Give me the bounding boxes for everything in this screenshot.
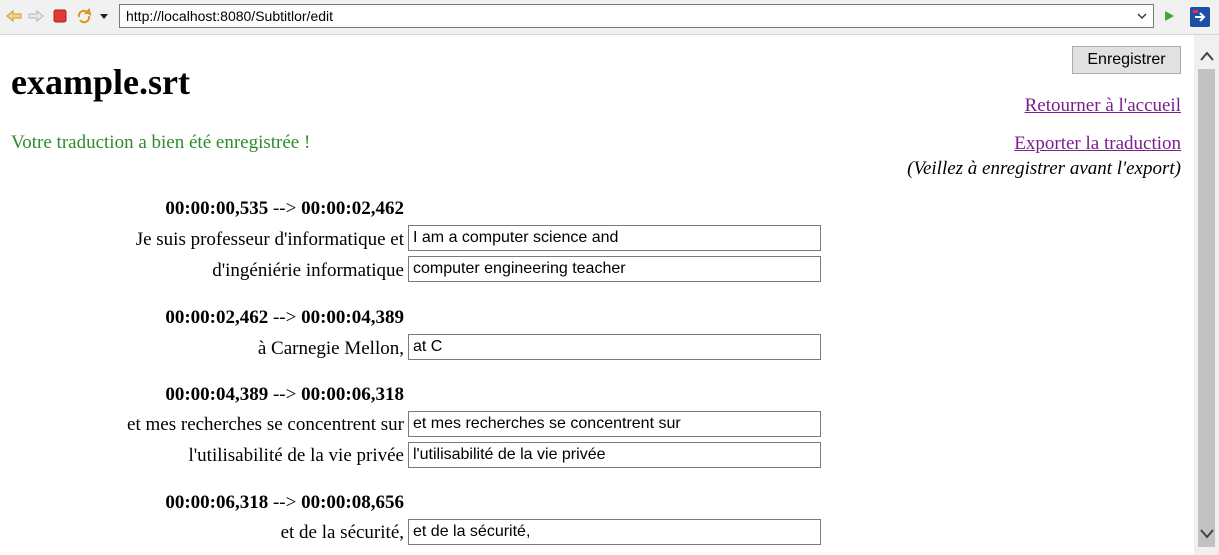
start-time: 00:00:04,389 [165, 384, 269, 405]
external-icon[interactable] [1190, 7, 1210, 27]
start-time: 00:00:02,462 [165, 307, 269, 328]
export-link[interactable]: Exporter la traduction [1014, 133, 1181, 155]
subtitle-timecode: 00:00:04,389 --> 00:00:06,318 [165, 384, 404, 406]
translation-input[interactable] [408, 519, 821, 545]
translation-input[interactable] [408, 411, 821, 437]
source-line: et mes recherches se concentrent sur [127, 414, 404, 435]
source-line: l'utilisabilité de la vie privée [188, 445, 404, 466]
back-arrow-icon[interactable] [6, 8, 22, 24]
subtitle-timecode: 00:00:06,318 --> 00:00:08,656 [165, 492, 404, 514]
source-line: Je suis professeur d'informatique et [135, 229, 404, 250]
source-line: à Carnegie Mellon, [257, 338, 404, 359]
vertical-scrollbar[interactable] [1194, 35, 1219, 555]
save-button[interactable]: Enregistrer [1072, 46, 1181, 74]
end-time: 00:00:08,656 [301, 492, 404, 513]
go-icon[interactable] [1161, 8, 1177, 24]
end-time: 00:00:06,318 [301, 384, 404, 405]
page-title: example.srt [11, 62, 190, 102]
translation-input[interactable] [408, 256, 821, 282]
end-time: 00:00:04,389 [301, 307, 404, 328]
time-arrow: --> [272, 384, 297, 405]
subtitle-timecode: 00:00:00,535 --> 00:00:02,462 [165, 198, 404, 220]
source-line: d'ingéniérie informatique [212, 260, 404, 281]
scrollbar-thumb[interactable] [1198, 69, 1215, 547]
subtitle-timecode: 00:00:02,462 --> 00:00:04,389 [165, 307, 404, 329]
start-time: 00:00:06,318 [165, 492, 269, 513]
time-arrow: --> [272, 492, 297, 513]
translation-input[interactable] [408, 442, 821, 468]
scroll-down-icon[interactable] [1194, 523, 1219, 545]
refresh-icon[interactable] [76, 8, 92, 24]
url-input[interactable] [126, 7, 1126, 25]
success-message: Votre traduction a bien été enregistrée … [11, 132, 311, 153]
end-time: 00:00:02,462 [301, 198, 404, 219]
stop-icon[interactable] [52, 8, 68, 24]
start-time: 00:00:00,535 [165, 198, 269, 219]
dropdown-icon[interactable] [96, 8, 112, 24]
export-note: (Veillez à enregistrer avant l'export) [907, 158, 1181, 179]
home-link[interactable]: Retourner à l'accueil [1025, 95, 1181, 117]
translation-input[interactable] [408, 334, 821, 360]
translation-input[interactable] [408, 225, 821, 251]
address-bar[interactable] [119, 4, 1154, 28]
source-line: et de la sécurité, [280, 522, 404, 543]
time-arrow: --> [272, 307, 297, 328]
time-arrow: --> [272, 198, 297, 219]
chevron-down-icon[interactable] [1135, 8, 1149, 24]
forward-arrow-icon[interactable] [28, 8, 44, 24]
browser-toolbar [0, 0, 1219, 35]
scroll-up-icon[interactable] [1194, 45, 1219, 67]
